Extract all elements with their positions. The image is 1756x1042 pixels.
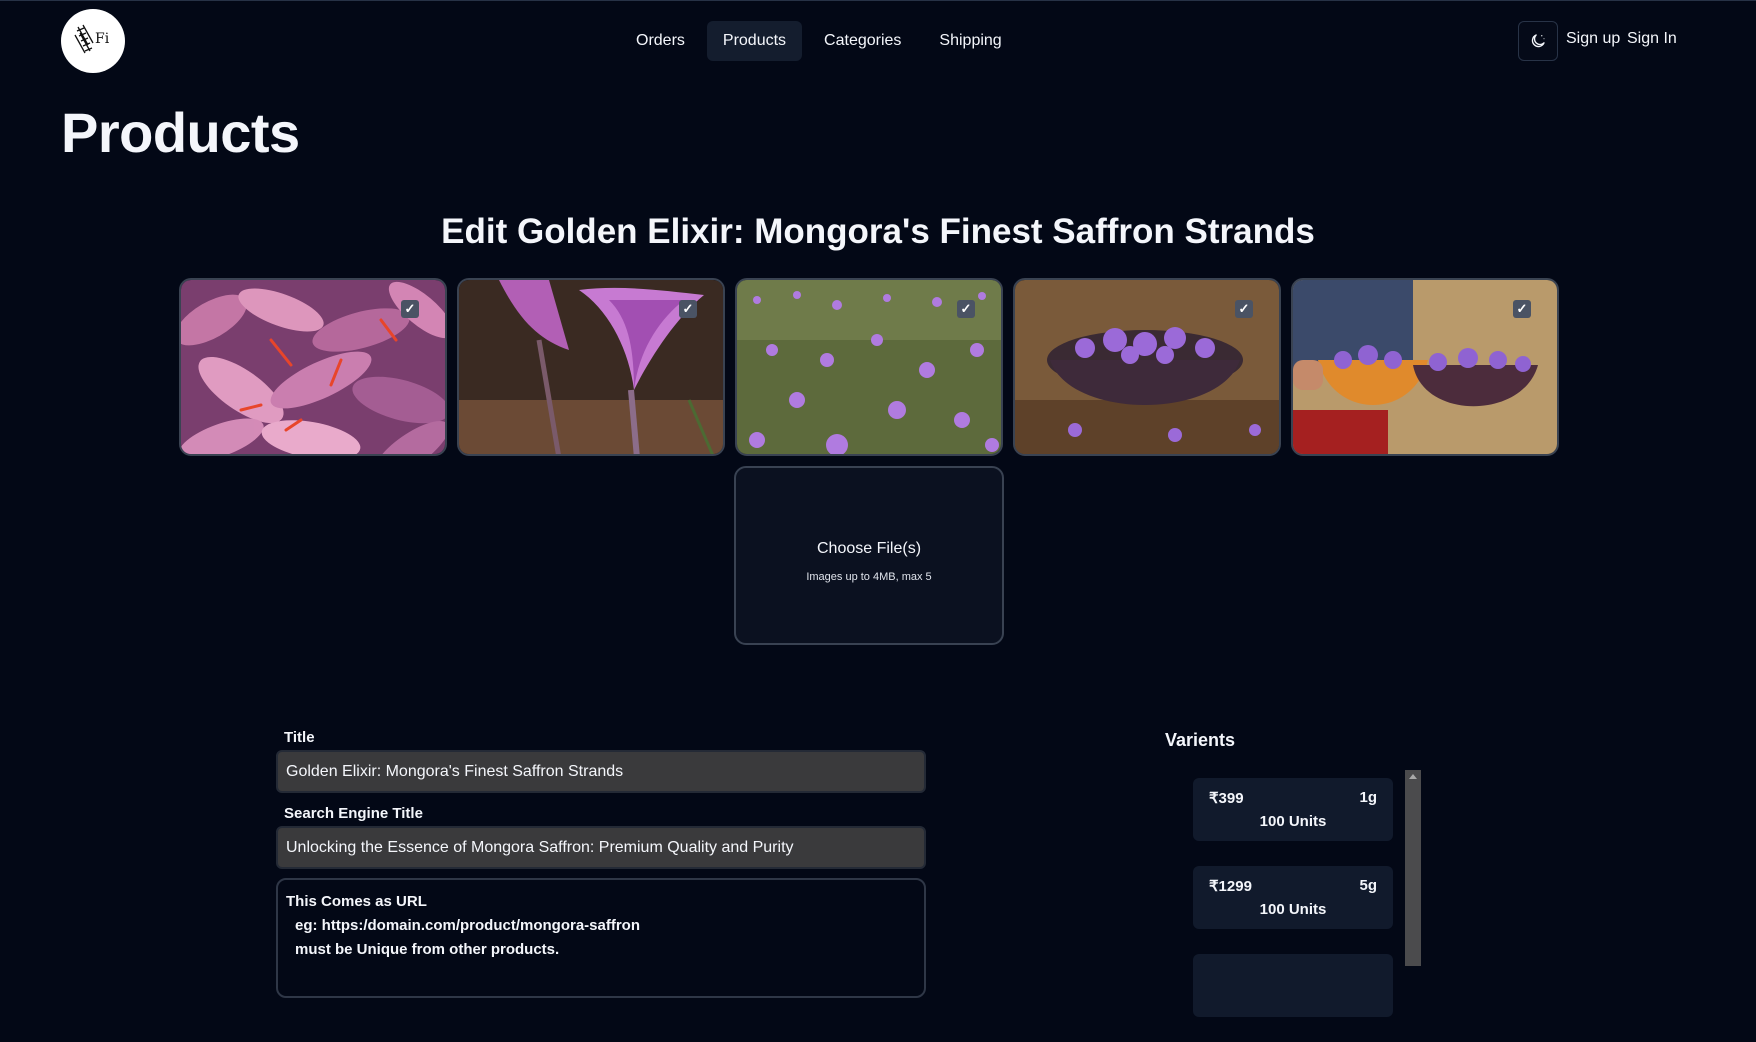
sign-up-link[interactable]: Sign up — [1566, 30, 1620, 48]
logo[interactable]: Fi — [61, 9, 125, 73]
edit-heading: Edit Golden Elixir: Mongora's Finest Saf… — [441, 212, 1315, 251]
nav-categories[interactable]: Categories — [808, 21, 917, 61]
image-gallery: ✓ ✓ ✓ ✓ ✓ — [179, 278, 1559, 456]
selected-check-icon[interactable]: ✓ — [679, 300, 697, 318]
url-help-line-3: must be Unique from other products. — [295, 941, 560, 958]
variant-card-partial[interactable] — [1193, 954, 1393, 1017]
title-label: Title — [284, 729, 315, 746]
moon-icon — [1531, 34, 1545, 48]
selected-check-icon[interactable]: ✓ — [1235, 300, 1253, 318]
image-thumb[interactable]: ✓ — [179, 278, 447, 456]
variant-units: 100 Units — [1259, 901, 1327, 918]
scroll-up-icon[interactable] — [1409, 774, 1417, 779]
url-slug-field[interactable]: This Comes as URL eg: https:/domain.com/… — [276, 878, 926, 998]
main-nav: Orders Products Categories Shipping — [620, 21, 1018, 61]
sign-in-link[interactable]: Sign In — [1627, 30, 1677, 48]
seo-title-input[interactable] — [276, 826, 926, 869]
logo-text: Fi — [95, 31, 110, 47]
upload-label: Choose File(s) — [816, 540, 922, 557]
page-title: Products — [61, 101, 300, 164]
variant-weight: 5g — [1359, 877, 1377, 894]
image-thumb[interactable]: ✓ — [1013, 278, 1281, 456]
variant-price: ₹1299 — [1209, 878, 1252, 895]
variant-price: ₹399 — [1209, 790, 1244, 807]
image-thumb[interactable]: ✓ — [457, 278, 725, 456]
variant-card[interactable]: ₹399 1g 100 Units — [1193, 778, 1393, 841]
header: Fi Orders Products Categories Shipping S… — [0, 0, 1756, 86]
url-help-line-1: This Comes as URL — [286, 893, 427, 910]
variants-list: ₹399 1g 100 Units ₹1299 5g 100 Units — [1193, 778, 1393, 1042]
theme-toggle-button[interactable] — [1518, 21, 1558, 61]
nav-orders[interactable]: Orders — [620, 21, 701, 61]
variants-title: Varients — [1165, 730, 1236, 750]
nav-shipping[interactable]: Shipping — [923, 21, 1017, 61]
variant-units: 100 Units — [1259, 813, 1327, 830]
url-help-line-2: eg: https:/domain.com/product/mongora-sa… — [295, 917, 640, 934]
selected-check-icon[interactable]: ✓ — [957, 300, 975, 318]
file-upload-dropzone[interactable]: Choose File(s) Images up to 4MB, max 5 — [734, 466, 1004, 645]
variants-scrollbar[interactable] — [1405, 770, 1421, 966]
selected-check-icon[interactable]: ✓ — [401, 300, 419, 318]
seo-title-label: Search Engine Title — [284, 805, 423, 822]
selected-check-icon[interactable]: ✓ — [1513, 300, 1531, 318]
nav-products[interactable]: Products — [706, 21, 803, 61]
title-input[interactable] — [276, 750, 926, 793]
variant-card[interactable]: ₹1299 5g 100 Units — [1193, 866, 1393, 929]
variant-weight: 1g — [1359, 789, 1377, 806]
image-thumb[interactable]: ✓ — [1291, 278, 1559, 456]
image-thumb[interactable]: ✓ — [735, 278, 1003, 456]
upload-hint: Images up to 4MB, max 5 — [806, 571, 932, 583]
